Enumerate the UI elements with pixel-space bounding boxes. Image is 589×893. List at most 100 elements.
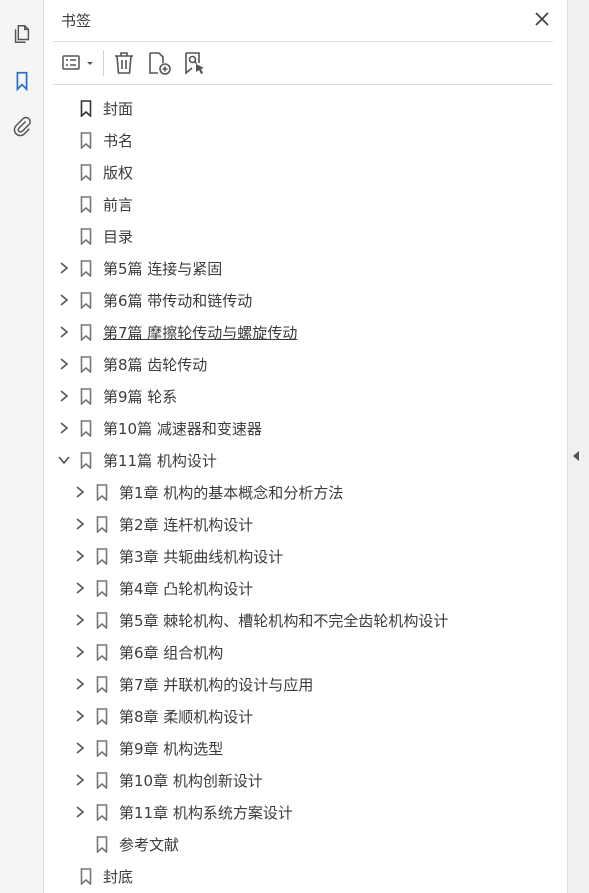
bookmark-label: 第1章 机构的基本概念和分析方法 — [119, 483, 344, 502]
bookmark-row[interactable]: 第3章 共轭曲线机构设计 — [45, 540, 567, 572]
bookmark-row[interactable]: 书名 — [45, 124, 567, 156]
bookmark-row[interactable]: 第6章 组合机构 — [45, 636, 567, 668]
bookmark-row[interactable]: 第10章 机构创新设计 — [45, 764, 567, 796]
bookmark-row[interactable]: 第7章 并联机构的设计与应用 — [45, 668, 567, 700]
chevron-right-icon[interactable] — [73, 805, 87, 819]
collapse-panel-icon[interactable] — [573, 451, 579, 461]
close-icon[interactable] — [531, 8, 553, 30]
bookmark-icon — [95, 771, 109, 789]
chevron-right-icon[interactable] — [73, 709, 87, 723]
find-bookmark-icon[interactable] — [181, 50, 209, 76]
bookmark-row[interactable]: 前言 — [45, 188, 567, 220]
bookmark-label: 书名 — [103, 131, 134, 150]
bookmark-row[interactable]: 第9篇 轮系 — [45, 380, 567, 412]
options-menu-icon[interactable] — [59, 50, 99, 76]
bookmark-icon — [95, 803, 109, 821]
bookmark-row[interactable]: 目录 — [45, 220, 567, 252]
bookmark-row[interactable]: 第11章 机构系统方案设计 — [45, 796, 567, 828]
chevron-right-icon[interactable] — [73, 613, 87, 627]
bookmark-icon — [79, 451, 93, 469]
bookmark-row[interactable]: 第5章 棘轮机构、槽轮机构和不完全齿轮机构设计 — [45, 604, 567, 636]
chevron-right-icon[interactable] — [57, 261, 71, 275]
bookmark-row[interactable]: 第4章 凸轮机构设计 — [45, 572, 567, 604]
bookmark-icon — [79, 355, 93, 373]
chevron-down-icon[interactable] — [57, 453, 71, 467]
bookmark-label: 第6篇 带传动和链传动 — [103, 291, 253, 310]
bookmark-tree: 封面书名版权前言目录 第5篇 连接与紧固第6篇 带传动和链传动第7篇 摩擦轮传动与… — [45, 92, 567, 892]
chevron-right-icon[interactable] — [73, 549, 87, 563]
bookmark-icon — [95, 515, 109, 533]
chevron-right-icon[interactable] — [73, 581, 87, 595]
bookmark-label: 版权 — [103, 163, 134, 182]
bookmark-label: 第11篇 机构设计 — [103, 451, 217, 470]
bookmark-row[interactable]: 封面 — [45, 92, 567, 124]
bookmark-icon — [95, 483, 109, 501]
bookmark-icon — [79, 419, 93, 437]
bookmark-row[interactable]: 第10篇 减速器和变速器 — [45, 412, 567, 444]
chevron-right-icon[interactable] — [73, 677, 87, 691]
bookmark-label: 参考文献 — [119, 835, 180, 854]
bookmark-row[interactable]: 第11篇 机构设计 — [45, 444, 567, 476]
bookmark-row[interactable]: 第9章 机构选型 — [45, 732, 567, 764]
bookmark-icon — [79, 259, 93, 277]
bookmark-icon — [95, 643, 109, 661]
attachment-icon[interactable] — [10, 114, 34, 138]
bookmark-row[interactable]: 封底 — [45, 860, 567, 892]
bookmark-row[interactable]: 第7篇 摩擦轮传动与螺旋传动 — [45, 316, 567, 348]
bookmark-icon — [95, 739, 109, 757]
bookmark-icon — [95, 675, 109, 693]
bookmark-row[interactable]: 第1章 机构的基本概念和分析方法 — [45, 476, 567, 508]
new-bookmark-icon[interactable] — [145, 50, 173, 76]
bookmark-row[interactable]: 第8章 柔顺机构设计 — [45, 700, 567, 732]
bookmark-row[interactable]: 第2章 连杆机构设计 — [45, 508, 567, 540]
bookmark-label: 第8章 柔顺机构设计 — [119, 707, 254, 726]
chevron-right-icon[interactable] — [57, 357, 71, 371]
chevron-right-icon[interactable] — [57, 293, 71, 307]
bookmark-icon — [79, 387, 93, 405]
bookmark-row[interactable]: 第8篇 齿轮传动 — [45, 348, 567, 380]
bookmark-icon — [95, 611, 109, 629]
bookmarks-toolbar — [53, 41, 553, 85]
bookmark-row[interactable]: 参考文献 — [45, 828, 567, 860]
pages-icon[interactable] — [10, 22, 34, 46]
bookmark-icon — [95, 547, 109, 565]
chevron-right-icon[interactable] — [73, 517, 87, 531]
bookmark-label: 前言 — [103, 195, 134, 214]
chevron-right-icon[interactable] — [73, 741, 87, 755]
bookmark-label: 第10章 机构创新设计 — [119, 771, 263, 790]
bookmark-row[interactable]: 第5篇 连接与紧固 — [45, 252, 567, 284]
bookmark-icon[interactable] — [10, 69, 34, 93]
bookmark-icon — [95, 835, 109, 853]
chevron-right-icon[interactable] — [73, 645, 87, 659]
chevron-right-icon[interactable] — [57, 325, 71, 339]
bookmark-label: 第10篇 减速器和变速器 — [103, 419, 262, 438]
chevron-right-icon[interactable] — [57, 389, 71, 403]
chevron-right-icon[interactable] — [73, 485, 87, 499]
bookmark-label: 第5章 棘轮机构、槽轮机构和不完全齿轮机构设计 — [119, 611, 449, 630]
left-nav-rail — [0, 0, 44, 893]
bookmark-row[interactable]: 版权 — [45, 156, 567, 188]
bookmark-icon — [79, 163, 93, 181]
bookmark-label: 第8篇 齿轮传动 — [103, 355, 208, 374]
bookmark-label: 第9篇 轮系 — [103, 387, 178, 406]
bookmark-label: 封底 — [103, 867, 134, 886]
bookmark-icon — [79, 99, 93, 117]
bookmark-icon — [79, 323, 93, 341]
bookmark-label: 第11章 机构系统方案设计 — [119, 803, 293, 822]
bookmark-label: 第3章 共轭曲线机构设计 — [119, 547, 284, 566]
bookmark-icon — [79, 195, 93, 213]
bookmark-row[interactable]: 第6篇 带传动和链传动 — [45, 284, 567, 316]
bookmark-icon — [79, 131, 93, 149]
bookmark-icon — [95, 707, 109, 725]
chevron-right-icon[interactable] — [57, 421, 71, 435]
right-collapse-rail — [567, 0, 589, 893]
chevron-right-icon[interactable] — [73, 773, 87, 787]
bookmark-label: 第7篇 摩擦轮传动与螺旋传动 — [103, 323, 298, 342]
delete-icon[interactable] — [111, 50, 137, 76]
panel-header: 书签 — [45, 0, 567, 40]
